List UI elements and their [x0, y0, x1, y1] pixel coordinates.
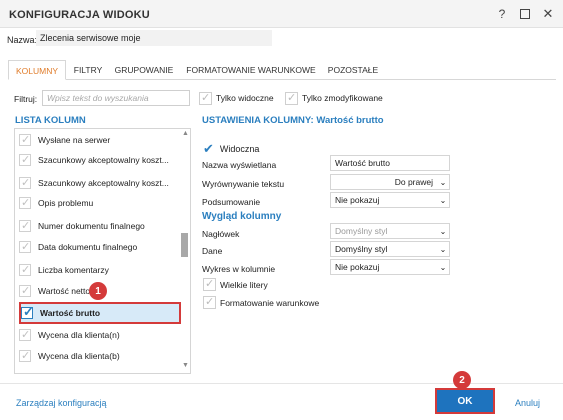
conditional-formatting-checkbox[interactable]: ✓ Formatowanie warunkowe	[203, 296, 319, 309]
only-visible-label: Tylko widoczne	[216, 93, 274, 103]
list-item[interactable]: ✓ Szacunkowy akceptowalny koszt...	[19, 173, 181, 193]
scroll-down-icon[interactable]: ▼	[182, 362, 189, 369]
check-icon: ✔	[203, 141, 214, 156]
checkbox-icon: ✓	[19, 177, 31, 189]
list-item-label: Wysłane na serwer	[38, 135, 111, 145]
cancel-link[interactable]: Anuluj	[515, 398, 540, 408]
summary-value: Nie pokazuj	[335, 195, 380, 205]
checkbox-icon: ✓	[203, 278, 216, 291]
tab-bar: KOLUMNY FILTRY GRUPOWANIE FORMATOWANIE W…	[8, 60, 556, 80]
chevron-down-icon: ⌄	[439, 226, 447, 236]
help-icon[interactable]: ?	[494, 6, 510, 22]
chevron-down-icon: ⌄	[439, 195, 447, 205]
alignment-select[interactable]: Do prawej ⌄	[330, 174, 450, 190]
list-item-label: Wartość netto	[38, 286, 91, 296]
checkbox-icon: ✓	[19, 329, 31, 341]
list-item[interactable]: ✓ Data dokumentu finalnego	[19, 237, 181, 257]
checkbox-icon: ✓	[19, 285, 31, 297]
list-item[interactable]: ✓ Numer dokumentu finalnego	[19, 216, 181, 236]
tab-filters[interactable]: FILTRY	[70, 60, 106, 80]
data-select[interactable]: Domyślny styl ⌄	[330, 241, 450, 257]
scroll-up-icon[interactable]: ▲	[182, 130, 189, 137]
close-icon[interactable]: ✕	[540, 6, 556, 22]
alignment-value: Do prawej	[394, 177, 433, 187]
checkbox-icon: ✓	[203, 296, 216, 309]
list-item[interactable]: ✓ Wycena dla klienta(n)	[19, 325, 181, 345]
checkbox-icon: ✓	[19, 197, 31, 209]
list-item-label: Wycena dla klienta(b)	[38, 351, 120, 361]
chevron-down-icon: ⌄	[439, 177, 447, 187]
list-item[interactable]: ✓ Liczba komentarzy	[19, 260, 181, 280]
summary-label: Podsumowanie	[202, 197, 261, 207]
tab-columns[interactable]: KOLUMNY	[8, 60, 66, 80]
column-list[interactable]: ✓ Wysłane na serwer ✓ Szacunkowy akceptowa…	[14, 128, 191, 374]
conditional-formatting-label: Formatowanie warunkowe	[220, 297, 320, 308]
dialog-title: KONFIGURACJA WIDOKU	[9, 9, 150, 21]
visible-label: Widoczna	[219, 144, 260, 154]
title-bar: KONFIGURACJA WIDOKU ? ✕	[0, 0, 563, 28]
list-item-label: Data dokumentu finalnego	[38, 242, 138, 252]
list-item[interactable]: ✓ Wycena dla klienta(b)	[19, 346, 181, 366]
only-modified-label: Tylko zmodyfikowane	[302, 93, 383, 103]
step-badge-2: 2	[453, 371, 471, 389]
manage-configuration-link[interactable]: Zarządzaj konfiguracją	[16, 398, 107, 408]
uppercase-checkbox[interactable]: ✓ Wielkie litery	[203, 278, 268, 291]
tab-other[interactable]: POZOSTAŁE	[326, 60, 380, 80]
checkbox-icon: ✓	[19, 264, 31, 276]
alignment-label: Wyrównywanie tekstu	[202, 179, 285, 189]
chart-select[interactable]: Nie pokazuj ⌄	[330, 259, 450, 275]
list-item-label: Liczba komentarzy	[38, 265, 109, 275]
list-item-label: Opis problemu	[38, 198, 94, 208]
footer-divider	[0, 383, 563, 384]
uppercase-label: Wielkie litery	[220, 279, 268, 290]
checkbox-icon: ✓	[19, 134, 31, 146]
chart-value: Nie pokazuj	[335, 262, 380, 272]
appearance-title: Wygląd kolumny	[202, 211, 282, 222]
name-label: Nazwa:	[7, 35, 38, 45]
display-name-label: Nazwa wyświetlana	[202, 160, 277, 170]
tab-conditional-formatting[interactable]: FORMATOWANIE WARUNKOWE	[184, 60, 318, 80]
checkbox-icon: ✓	[19, 154, 31, 166]
display-name-field[interactable]	[330, 155, 450, 171]
only-visible-checkbox[interactable]: ✓ Tylko widoczne	[199, 90, 274, 106]
list-item-selected[interactable]: ✓ Wartość brutto	[20, 303, 180, 323]
header-value: Domyślny styl	[335, 226, 388, 236]
data-label: Dane	[202, 246, 223, 256]
only-modified-checkbox[interactable]: ✓ Tylko zmodyfikowane	[285, 90, 383, 106]
name-field[interactable]	[36, 30, 272, 46]
checkbox-icon: ✓	[19, 220, 31, 232]
chart-label: Wykres w kolumnie	[202, 264, 276, 274]
list-item[interactable]: ✓ Szacunkowy akceptowalny koszt...	[19, 150, 181, 170]
list-item-label: Numer dokumentu finalnego	[38, 221, 145, 231]
summary-select[interactable]: Nie pokazuj ⌄	[330, 192, 450, 208]
scrollbar-thumb[interactable]	[181, 233, 188, 257]
list-item-label: Szacunkowy akceptowalny koszt...	[38, 155, 169, 165]
visible-checkbox[interactable]: ✔ Widoczna	[203, 141, 259, 157]
ok-button[interactable]: OK	[437, 390, 493, 412]
header-select[interactable]: Domyślny styl ⌄	[330, 223, 450, 239]
filter-input[interactable]	[42, 90, 190, 106]
checkbox-icon: ✓	[19, 350, 31, 362]
list-item[interactable]: ✓ Wysłane na serwer	[19, 130, 181, 150]
checkbox-icon: ✓	[19, 241, 31, 253]
tab-grouping[interactable]: GRUPOWANIE	[112, 60, 176, 80]
settings-title: USTAWIENIA KOLUMNY: Wartość brutto	[202, 115, 384, 126]
column-list-title: LISTA KOLUMN	[15, 115, 86, 126]
list-item-label: Wartość brutto	[40, 308, 101, 318]
checkbox-icon: ✓	[285, 91, 298, 105]
list-item-label: Wycena dla klienta(n)	[38, 330, 120, 340]
step-badge-1: 1	[89, 282, 107, 300]
checkbox-icon: ✓	[199, 91, 212, 105]
chevron-down-icon: ⌄	[439, 262, 447, 272]
chevron-down-icon: ⌄	[439, 244, 447, 254]
list-item[interactable]: ✓ Opis problemu	[19, 193, 181, 213]
list-item-label: Szacunkowy akceptowalny koszt...	[38, 178, 169, 188]
checkbox-icon: ✓	[21, 304, 34, 319]
header-label: Nagłówek	[202, 229, 240, 239]
filter-label: Filtruj:	[14, 94, 38, 104]
maximize-icon[interactable]	[517, 6, 533, 22]
data-value: Domyślny styl	[335, 244, 388, 254]
